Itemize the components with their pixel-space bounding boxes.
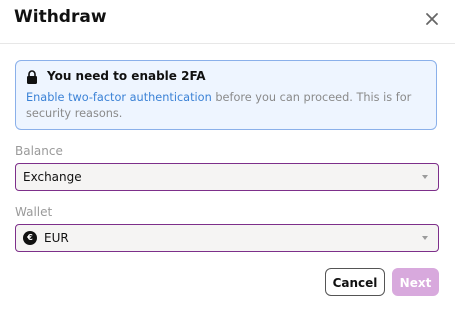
chevron-down-icon — [422, 236, 428, 240]
twofa-notice: You need to enable 2FA Enable two-factor… — [15, 60, 437, 130]
balance-select[interactable]: Exchange — [15, 163, 439, 191]
wallet-select[interactable]: € EUR — [15, 224, 439, 252]
notice-title: You need to enable 2FA — [47, 69, 206, 83]
chevron-down-icon — [422, 175, 428, 179]
lock-icon — [27, 70, 37, 84]
next-button[interactable]: Next — [392, 268, 439, 296]
wallet-label: Wallet — [15, 205, 53, 219]
enable-2fa-link[interactable]: Enable two-factor authentication — [26, 91, 212, 104]
close-icon[interactable] — [422, 9, 442, 29]
euro-icon: € — [23, 231, 37, 245]
wallet-value: EUR — [44, 231, 69, 245]
withdraw-modal: Withdraw You need to enable 2FA Enable t… — [0, 0, 455, 311]
balance-label: Balance — [15, 144, 63, 158]
notice-body: Enable two-factor authentication before … — [26, 90, 426, 122]
modal-header: Withdraw — [0, 0, 455, 44]
cancel-button[interactable]: Cancel — [325, 268, 385, 296]
modal-title: Withdraw — [14, 7, 107, 27]
balance-value: Exchange — [23, 170, 82, 184]
